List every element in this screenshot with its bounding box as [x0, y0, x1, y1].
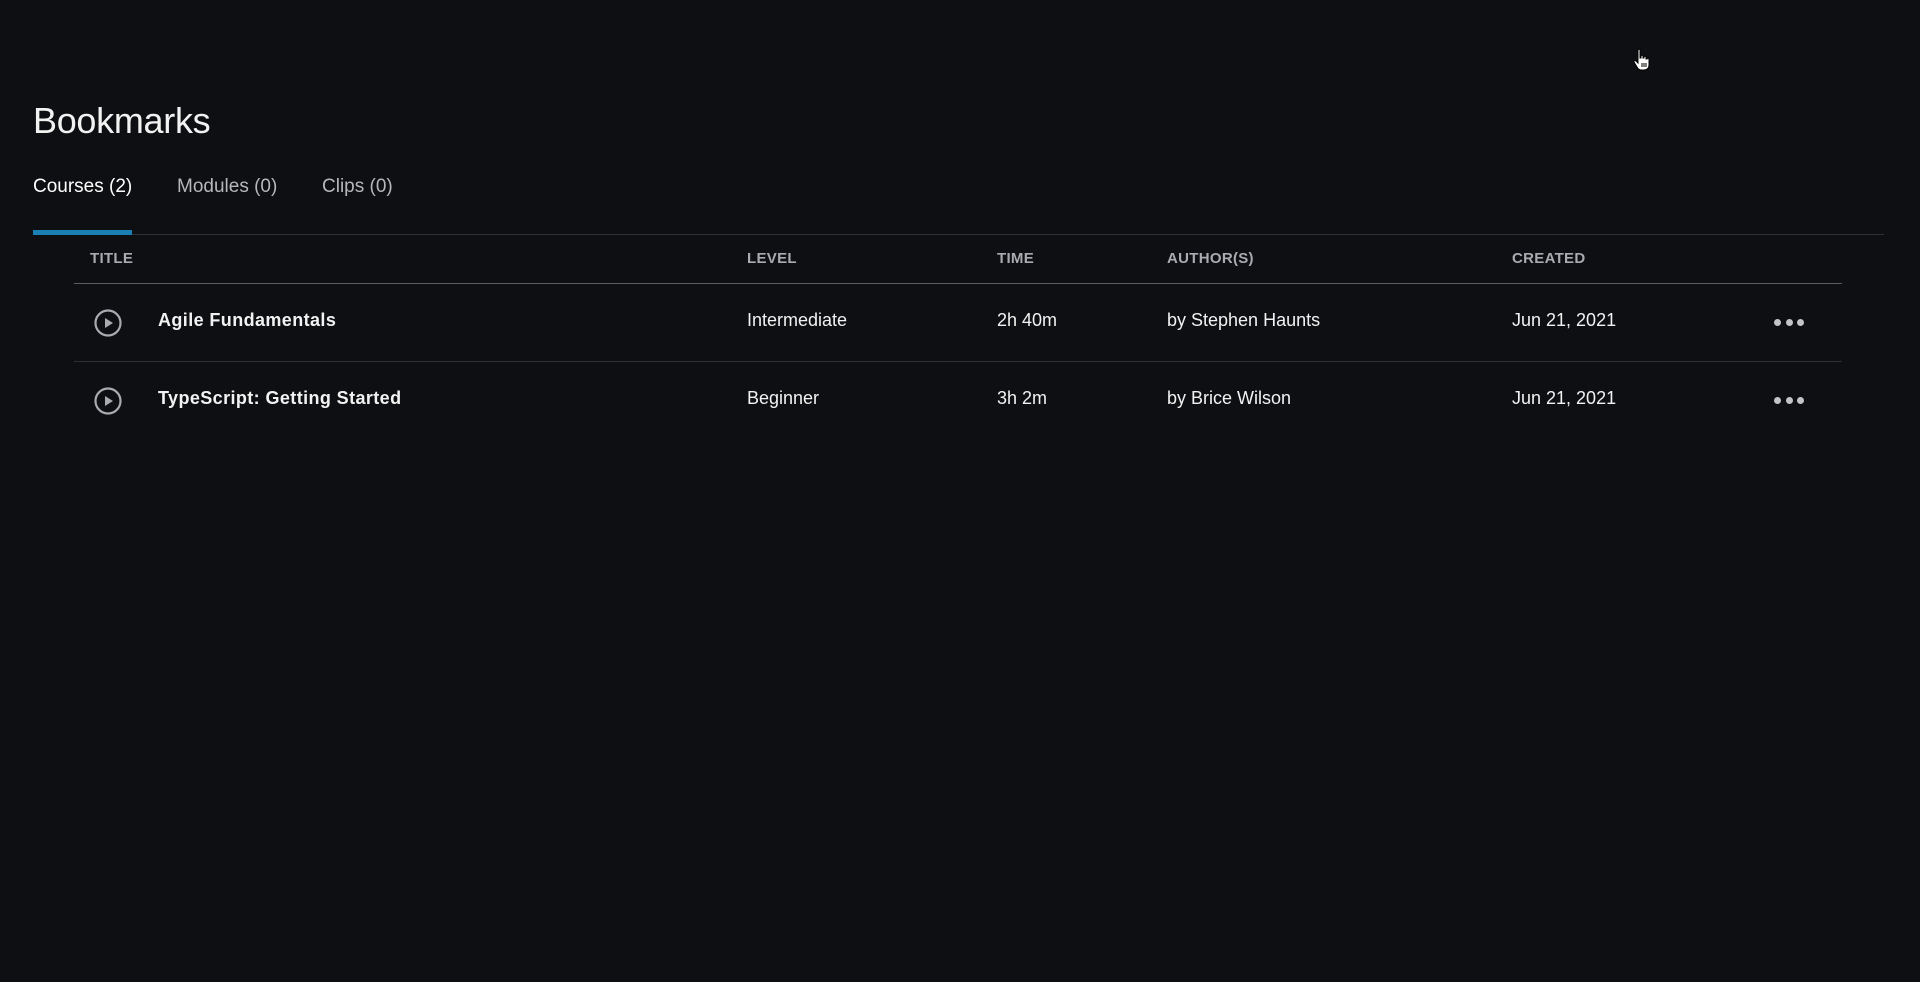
tab-modules[interactable]: Modules (0)	[177, 172, 277, 202]
hand-pointer-icon	[1633, 48, 1650, 71]
course-time: 2h 40m	[997, 310, 1058, 330]
course-created: Jun 21, 2021	[1512, 310, 1617, 330]
column-header-title[interactable]: TITLE	[90, 250, 133, 267]
play-circle-icon[interactable]	[94, 387, 122, 415]
more-horizontal-icon-dot	[1785, 396, 1793, 404]
table-row: Agile Fundamentals Intermediate 2h 40m b…	[74, 284, 1842, 362]
column-header-authors[interactable]: AUTHOR(S)	[1167, 250, 1254, 267]
page-title: Bookmarks	[33, 100, 211, 141]
more-horizontal-icon-dot	[1774, 396, 1781, 404]
active-tab-indicator	[33, 230, 132, 235]
course-authors: by Brice Wilson	[1167, 388, 1292, 408]
more-options-button[interactable]	[1774, 390, 1804, 410]
tab-courses[interactable]: Courses (2)	[33, 172, 132, 202]
course-created: Jun 21, 2021	[1512, 388, 1617, 408]
column-header-time[interactable]: TIME	[997, 250, 1034, 267]
more-horizontal-icon-dot	[1797, 318, 1804, 326]
bookmarks-table: TITLE LEVEL TIME AUTHOR(S) CREATED Agile…	[74, 236, 1842, 439]
column-header-created[interactable]: CREATED	[1512, 250, 1586, 267]
bookmark-tabs: Courses (2) Modules (0) Clips (0)	[33, 172, 1884, 235]
more-horizontal-icon-dot	[1797, 396, 1804, 404]
play-circle-icon[interactable]	[94, 309, 122, 337]
course-level: Beginner	[747, 388, 820, 408]
more-horizontal-icon-dot	[1785, 318, 1793, 326]
table-row: TypeScript: Getting Started Beginner 3h …	[74, 362, 1842, 439]
course-time: 3h 2m	[997, 388, 1048, 408]
column-header-level[interactable]: LEVEL	[747, 250, 797, 267]
bookmarks-page: Bookmarks Courses (2) Modules (0) Clips …	[0, 0, 1920, 982]
table-header: TITLE LEVEL TIME AUTHOR(S) CREATED	[74, 236, 1842, 284]
tab-clips[interactable]: Clips (0)	[322, 172, 393, 202]
course-level: Intermediate	[747, 310, 848, 330]
course-authors: by Stephen Haunts	[1167, 310, 1321, 330]
course-title[interactable]: TypeScript: Getting Started	[158, 388, 402, 409]
course-title[interactable]: Agile Fundamentals	[158, 310, 336, 331]
more-horizontal-icon-dot	[1774, 318, 1781, 326]
more-options-button[interactable]	[1774, 312, 1804, 332]
